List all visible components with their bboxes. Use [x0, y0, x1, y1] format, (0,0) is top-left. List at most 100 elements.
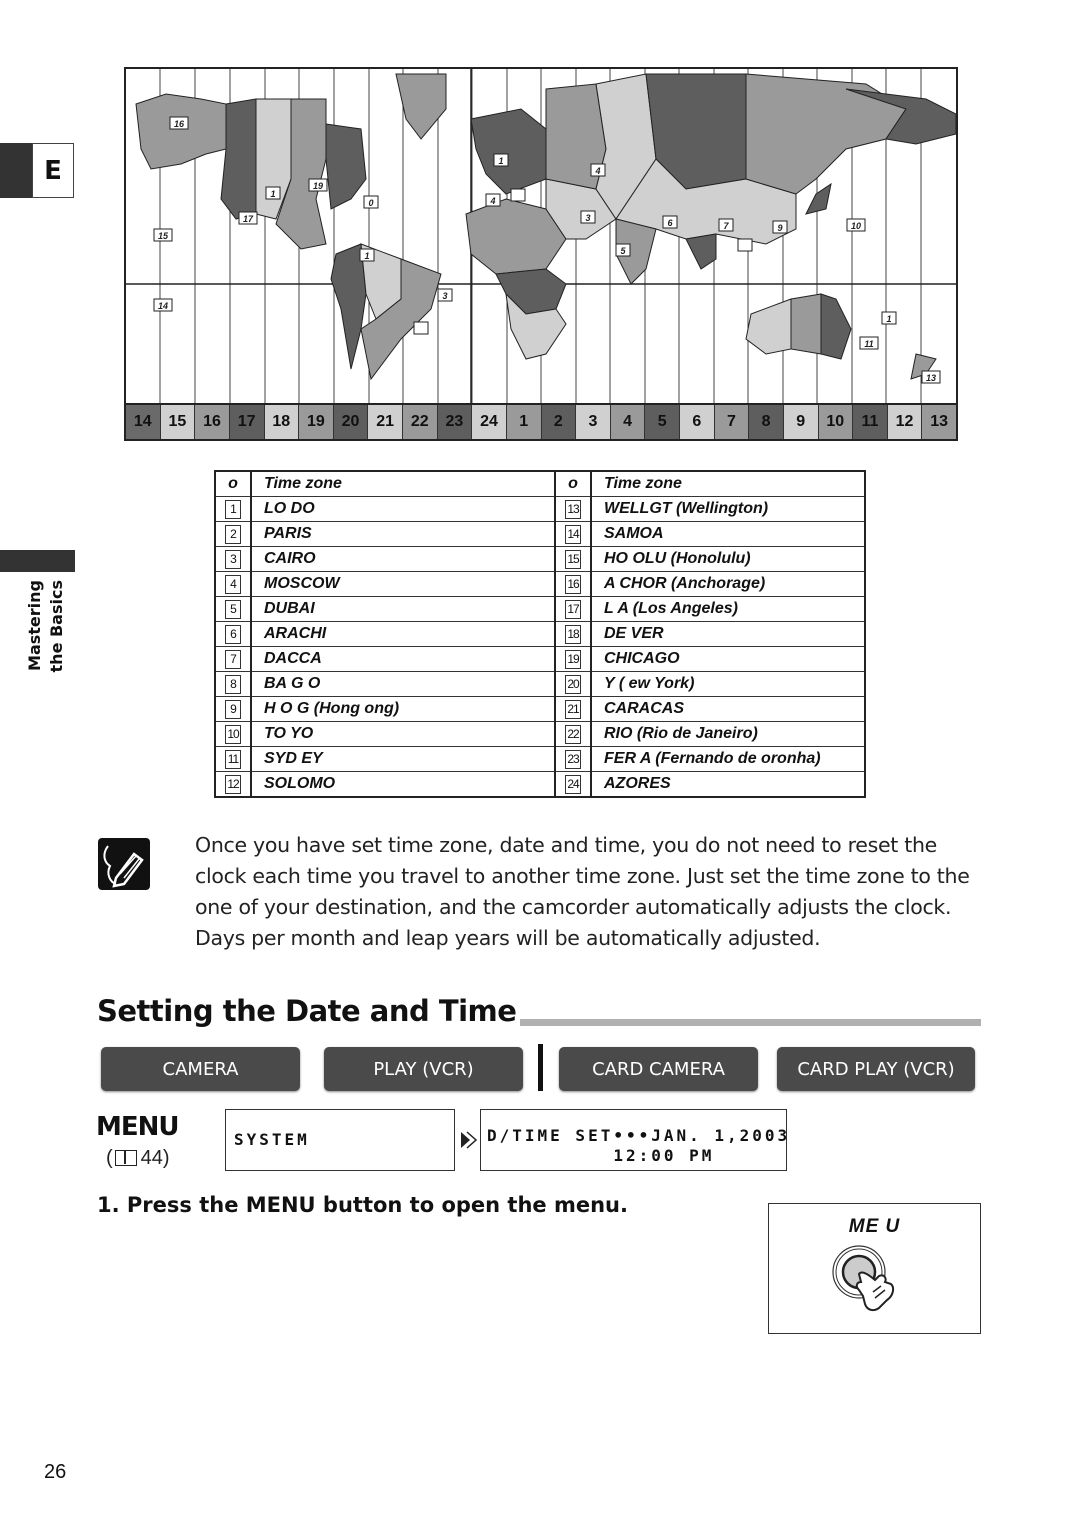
- table-row: 5 DUBAI 17 L A (Los Angeles): [215, 596, 865, 622]
- city-marker-7: 7: [718, 218, 734, 232]
- table-header-row: o Time zone o Time zone: [215, 471, 865, 497]
- table-row: 10 TO YO 22 RIO (Rio de Janeiro): [215, 721, 865, 747]
- zone-strip-cell: 6: [680, 405, 715, 439]
- svg-text:16: 16: [174, 119, 185, 129]
- zone-number: 15: [565, 549, 581, 569]
- zone-strip-cell: 9: [783, 405, 819, 439]
- city-marker-23: 3: [437, 288, 453, 302]
- zone-strip-cell: 8: [749, 405, 784, 439]
- col-header-no: o: [215, 471, 252, 497]
- world-map-illustration: 16 17 1 19 0 1 15 14 3 1 4 3 4 5 6 7 9 1…: [126, 69, 956, 405]
- zone-strip-cell: 7: [714, 405, 750, 439]
- svg-text:1: 1: [886, 314, 891, 324]
- zone-number: 20: [565, 674, 581, 694]
- zone-name-cell: WELLGT (Wellington): [591, 496, 865, 522]
- zone-name-cell: CHICAGO: [591, 646, 865, 672]
- zone-strip-cell: 21: [368, 405, 403, 439]
- zone-number: 6: [225, 624, 241, 644]
- section-label: Mastering the Basics: [24, 580, 84, 680]
- zone-name-cell: H O G (Hong ong): [251, 696, 556, 722]
- city-marker-9: 9: [772, 220, 788, 234]
- zone-number: 18: [565, 624, 581, 644]
- page-ref-number: 44): [140, 1147, 170, 1169]
- city-marker-8: [737, 238, 753, 252]
- zone-number-cell: 23: [555, 746, 592, 772]
- zone-number-cell: 19: [555, 646, 592, 672]
- world-time-zone-map: 16 17 1 19 0 1 15 14 3 1 4 3 4 5 6 7 9 1…: [124, 67, 958, 441]
- page-number: 26: [44, 1461, 67, 1483]
- zone-number: 8: [225, 674, 241, 694]
- zone-strip-cell: 13: [922, 405, 956, 439]
- section-label-line2: the Basics: [47, 580, 66, 673]
- mode-separator: [538, 1044, 543, 1091]
- svg-text:14: 14: [158, 301, 168, 311]
- svg-text:13: 13: [926, 373, 936, 383]
- zone-number: 9: [225, 699, 241, 719]
- table-row: 12 SOLOMO 24 AZORES: [215, 771, 865, 798]
- svg-text:3: 3: [585, 213, 590, 223]
- city-marker-21: 1: [359, 248, 375, 262]
- zone-number-cell: 15: [555, 546, 592, 572]
- canada-west-shape: [220, 98, 257, 220]
- zone-name-cell: DACCA: [251, 646, 556, 672]
- zone-number: 12: [225, 774, 241, 794]
- svg-text:15: 15: [158, 231, 169, 241]
- zone-name-cell: A CHOR (Anchorage): [591, 571, 865, 597]
- step-1-instruction: 1. Press the MENU button to open the men…: [97, 1193, 628, 1217]
- svg-text:0: 0: [368, 198, 373, 208]
- zone-number-cell: 8: [215, 671, 252, 697]
- svg-text:4: 4: [489, 196, 495, 206]
- svg-text:9: 9: [777, 223, 782, 233]
- zone-number-cell: 3: [215, 546, 252, 572]
- city-marker-15: 15: [153, 228, 173, 242]
- zone-strip-cell: 3: [576, 405, 611, 439]
- city-marker-19: 19: [308, 178, 328, 192]
- lcd-datetime-line1: D/TIME SET•••JAN. 1,2003: [487, 1126, 791, 1145]
- zone-number: 21: [565, 699, 581, 719]
- south-america-west-shape: [330, 243, 367, 370]
- zone-number-cell: 17: [555, 596, 592, 622]
- australia-east-shape: [820, 293, 852, 360]
- zone-strip-cell: 2: [541, 405, 577, 439]
- zone-number: 10: [225, 724, 241, 744]
- mode-card-play-vcr: CARD PLAY (VCR): [777, 1047, 975, 1091]
- city-marker-18: 1: [265, 186, 281, 200]
- zone-strip-cell: 10: [818, 405, 854, 439]
- zone-number-cell: 21: [555, 696, 592, 722]
- zone-number: 19: [565, 649, 581, 669]
- lcd-system-screen: SYSTEM: [225, 1109, 455, 1171]
- zone-number: 24: [565, 774, 581, 794]
- lcd-datetime-line2: 12:00 PM: [487, 1146, 715, 1165]
- zone-number: 23: [565, 749, 581, 769]
- menu-button-illustration: ME U: [768, 1203, 981, 1334]
- zone-strip-cell: 17: [229, 405, 265, 439]
- zone-number-cell: 22: [555, 721, 592, 747]
- city-marker-5: 5: [615, 243, 631, 257]
- zone-name-cell: LO DO: [251, 496, 556, 522]
- section-label-line1: Mastering: [25, 580, 44, 671]
- city-marker-6: 6: [662, 215, 678, 229]
- page-ref-open: (: [106, 1147, 113, 1169]
- city-marker-22: [413, 321, 429, 335]
- zone-number-cell: 6: [215, 621, 252, 647]
- table-row: 4 MOSCOW 16 A CHOR (Anchorage): [215, 571, 865, 597]
- zone-strip-cell: 22: [403, 405, 438, 439]
- zone-strip-cell: 19: [299, 405, 334, 439]
- zone-number: 17: [565, 599, 581, 619]
- svg-text:11: 11: [864, 339, 873, 349]
- zone-strip-cell: 24: [472, 405, 507, 439]
- alaska-shape: [135, 93, 227, 170]
- zone-name-cell: RIO (Rio de Janeiro): [591, 721, 865, 747]
- zone-number: 4: [225, 574, 241, 594]
- zone-strip-cell: 15: [160, 405, 196, 439]
- zone-number: 11: [225, 749, 241, 769]
- zone-number-cell: 24: [555, 771, 592, 798]
- table-row: 3 CAIRO 15 HO OLU (Honolulu): [215, 546, 865, 572]
- svg-text:3: 3: [442, 291, 447, 301]
- zone-name-cell: SYD EY: [251, 746, 556, 772]
- zone-name-cell: Y ( ew York): [591, 671, 865, 697]
- city-marker-17: 17: [238, 211, 258, 225]
- zone-strip-cell: 14: [126, 405, 161, 439]
- note-text: Once you have set time zone, date and ti…: [195, 833, 970, 950]
- zone-name-cell: TO YO: [251, 721, 556, 747]
